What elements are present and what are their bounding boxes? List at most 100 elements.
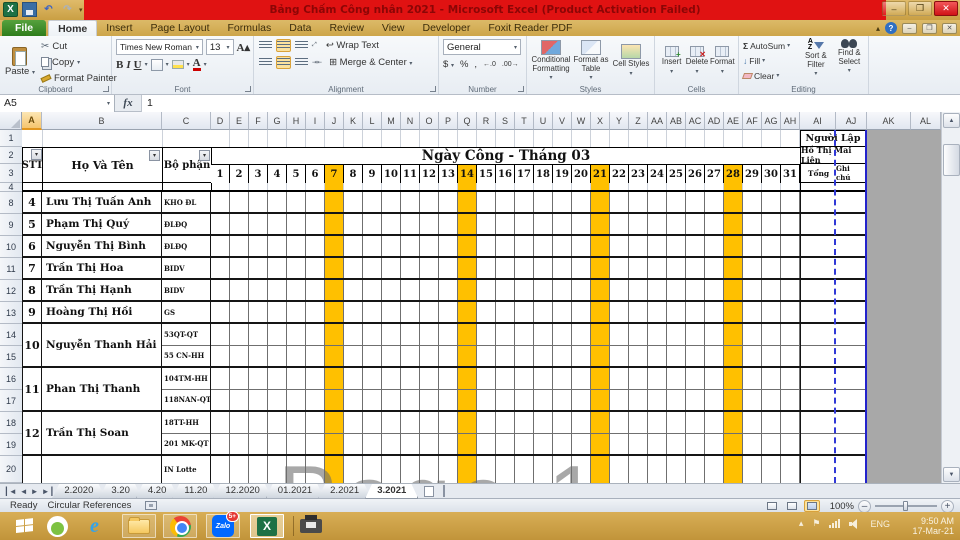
- cell-note[interactable]: [836, 432, 867, 455]
- column-header-o[interactable]: O: [420, 112, 439, 130]
- cell-total[interactable]: [801, 344, 836, 367]
- cell-dept[interactable]: KHO ĐL: [162, 192, 210, 212]
- sheet-tab-11-20[interactable]: 11.20: [172, 484, 219, 499]
- column-header-s[interactable]: S: [496, 112, 515, 130]
- ribbon-tab-page-layout[interactable]: Page Layout: [142, 20, 219, 36]
- day-header-13[interactable]: 13: [439, 165, 458, 183]
- page-layout-view-button[interactable]: [784, 500, 800, 512]
- cell-name[interactable]: Phan Thị Thanh: [42, 368, 162, 410]
- formula-input[interactable]: 1: [141, 94, 960, 112]
- day-cell-row[interactable]: [211, 258, 800, 278]
- sheet-tab-01-2021[interactable]: 01.2021: [266, 484, 324, 499]
- ribbon-tab-review[interactable]: Review: [320, 20, 372, 36]
- column-header-n[interactable]: N: [401, 112, 420, 130]
- column-header-l[interactable]: L: [363, 112, 382, 130]
- day-header-14[interactable]: 14: [458, 165, 477, 183]
- cell-name[interactable]: Lưu Thị Tuấn Anh: [42, 192, 162, 212]
- column-header-ad[interactable]: AD: [705, 112, 724, 130]
- column-header-p[interactable]: P: [439, 112, 458, 130]
- workbook-restore-button[interactable]: ❐: [922, 22, 937, 34]
- cell-stt[interactable]: 6: [22, 236, 42, 256]
- column-header-u[interactable]: U: [534, 112, 553, 130]
- grow-font-button[interactable]: A▴: [237, 41, 250, 54]
- column-header-g[interactable]: G: [268, 112, 287, 130]
- header-cell-note[interactable]: Ghi chú: [836, 164, 866, 183]
- day-header-29[interactable]: 29: [743, 165, 762, 183]
- zoom-slider[interactable]: [875, 501, 937, 511]
- first-sheet-icon[interactable]: ┃◄: [4, 487, 17, 496]
- filter-dropdown-icon[interactable]: ▾: [199, 150, 210, 161]
- day-cell-row[interactable]: [211, 302, 800, 322]
- column-header-ai[interactable]: AI: [800, 112, 836, 130]
- day-cell-row[interactable]: [211, 388, 800, 410]
- tab-split-handle[interactable]: [443, 485, 449, 497]
- day-header-11[interactable]: 11: [401, 165, 420, 183]
- select-all-corner[interactable]: [0, 112, 22, 130]
- circular-references-status[interactable]: Circular References: [47, 500, 131, 511]
- ribbon-tab-foxit-reader-pdf[interactable]: Foxit Reader PDF: [479, 20, 581, 36]
- day-header-19[interactable]: 19: [553, 165, 572, 183]
- column-header-h[interactable]: H: [287, 112, 306, 130]
- cell-total[interactable]: [801, 324, 836, 345]
- cell-note[interactable]: [836, 324, 867, 345]
- underline-button[interactable]: U: [134, 59, 142, 71]
- day-header-20[interactable]: 20: [572, 165, 591, 183]
- day-header-10[interactable]: 10: [382, 165, 401, 183]
- cell-total[interactable]: [801, 192, 836, 212]
- day-cell-row[interactable]: [211, 368, 800, 389]
- cell-styles-button[interactable]: Cell Styles ▾: [611, 39, 651, 82]
- column-header-e[interactable]: E: [230, 112, 249, 130]
- cell-note[interactable]: [836, 368, 867, 389]
- column-header-i[interactable]: I: [306, 112, 325, 130]
- minimize-button[interactable]: –: [882, 1, 906, 16]
- ribbon-tab-developer[interactable]: Developer: [413, 20, 479, 36]
- find-select-button[interactable]: Find & Select ▾: [834, 39, 865, 82]
- day-cell-row[interactable]: [211, 214, 800, 234]
- accounting-format-icon[interactable]: $ ▾: [443, 59, 454, 70]
- action-center-flag-icon[interactable]: ⚑: [812, 518, 820, 529]
- header-cell-month-title[interactable]: Ngày Công - Tháng 03: [211, 147, 800, 164]
- decrease-decimal-icon[interactable]: .00→: [502, 61, 519, 68]
- restore-button[interactable]: ❐: [908, 1, 932, 16]
- day-header-24[interactable]: 24: [648, 165, 667, 183]
- align-top-icon[interactable]: [258, 39, 273, 52]
- cell-note[interactable]: [836, 456, 867, 483]
- italic-button[interactable]: I: [126, 59, 130, 71]
- sheet-tab-2-2020[interactable]: 2.2020: [52, 484, 105, 499]
- cut-button[interactable]: ✂ Cut: [39, 39, 119, 53]
- next-sheet-icon[interactable]: ►: [31, 487, 39, 496]
- sheet-tab-3-20[interactable]: 3.20: [99, 484, 142, 499]
- day-header-4[interactable]: 4: [268, 165, 287, 183]
- format-cells-button[interactable]: Format ▾: [710, 39, 735, 82]
- bold-button[interactable]: B: [116, 59, 123, 71]
- help-icon[interactable]: ?: [885, 22, 897, 34]
- header-cell-total[interactable]: Tổng: [800, 164, 836, 183]
- day-header-1[interactable]: 1: [211, 165, 230, 183]
- day-header-9[interactable]: 9: [363, 165, 382, 183]
- column-header-ah[interactable]: AH: [781, 112, 800, 130]
- cell-total[interactable]: [801, 388, 836, 411]
- align-center-icon[interactable]: [276, 56, 291, 69]
- undo-icon[interactable]: ↶: [41, 2, 56, 17]
- day-header-28[interactable]: 28: [724, 165, 743, 183]
- cell-stt[interactable]: 9: [22, 302, 42, 322]
- day-header-17[interactable]: 17: [515, 165, 534, 183]
- column-header-aj[interactable]: AJ: [836, 112, 867, 130]
- column-header-ae[interactable]: AE: [724, 112, 743, 130]
- ribbon-tab-view[interactable]: View: [373, 20, 414, 36]
- column-header-af[interactable]: AF: [743, 112, 762, 130]
- filter-dropdown-icon[interactable]: ▾: [31, 149, 42, 160]
- align-left-icon[interactable]: [258, 56, 273, 69]
- sheet-tab-3-2021[interactable]: 3.2021: [365, 484, 418, 499]
- merge-center-button[interactable]: ⊞ Merge & Center ▾: [329, 57, 412, 68]
- day-cell-row[interactable]: [211, 344, 800, 366]
- cell-total[interactable]: [801, 236, 836, 256]
- close-button[interactable]: ✕: [934, 1, 958, 16]
- column-header-k[interactable]: K: [344, 112, 363, 130]
- alignment-dialog-launcher[interactable]: [430, 86, 436, 92]
- ribbon-tab-insert[interactable]: Insert: [97, 20, 141, 36]
- workbook-minimize-button[interactable]: –: [902, 22, 917, 34]
- sheet-tab-12-2020[interactable]: 12.2020: [213, 484, 271, 499]
- insert-worksheet-button[interactable]: [418, 485, 440, 497]
- column-header-al[interactable]: AL: [911, 112, 941, 130]
